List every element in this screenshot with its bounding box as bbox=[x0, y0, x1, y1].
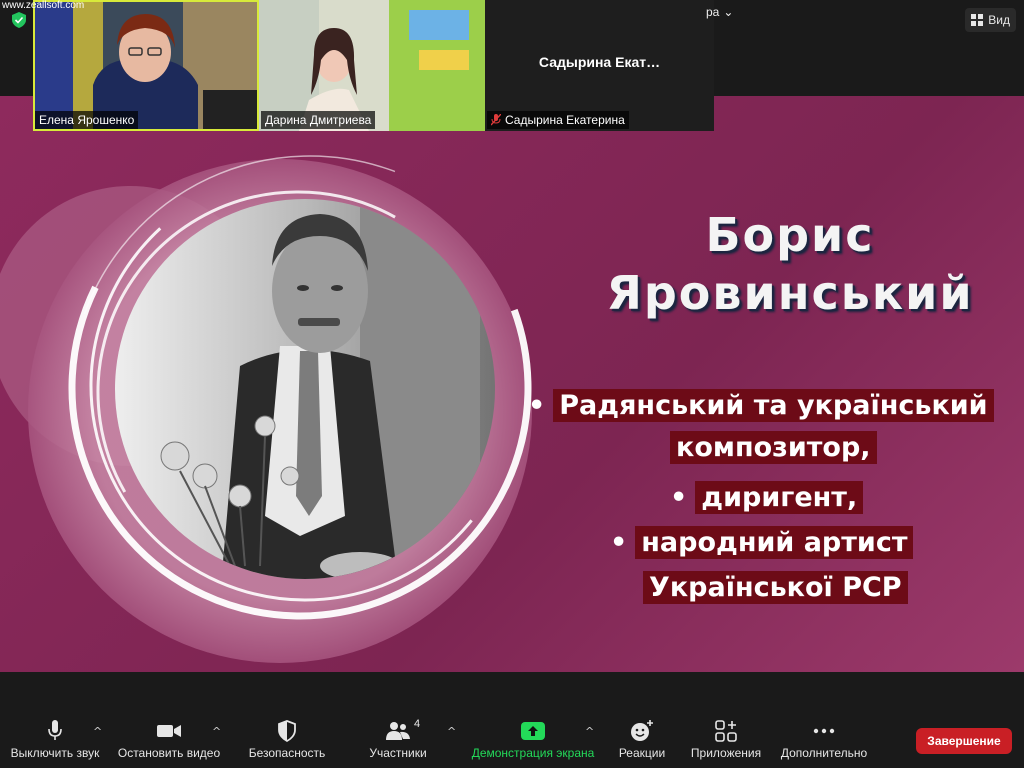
share-screen-button-label: Демонстрация экрана bbox=[471, 746, 595, 760]
portrait-circle-graphic bbox=[0, 155, 551, 663]
participant-name: Дарина Дмитриева bbox=[265, 113, 372, 127]
grid-view-icon bbox=[971, 14, 984, 26]
bullet-dot: • bbox=[528, 390, 546, 421]
audio-options-caret[interactable]: ^ bbox=[93, 725, 102, 738]
participant-strip: Елена Ярошенко Дарина Дмитриева Садырина… bbox=[33, 0, 714, 131]
security-button[interactable]: Безопасность bbox=[244, 720, 330, 760]
apps-button-label: Приложения bbox=[690, 746, 762, 760]
bullet-item-continuation: композитор, bbox=[670, 430, 877, 466]
participant-tile[interactable]: Елена Ярошенко bbox=[33, 0, 259, 131]
participant-tile[interactable]: Садырина Екат… Садырина Екатерина bbox=[485, 0, 714, 131]
view-button[interactable]: Вид bbox=[965, 8, 1016, 32]
mute-button-label: Выключить звук bbox=[10, 746, 100, 760]
camera-dropdown[interactable]: ра ⌄ bbox=[706, 4, 733, 20]
encryption-shield-icon[interactable] bbox=[12, 12, 26, 28]
video-options-caret[interactable]: ^ bbox=[212, 725, 221, 738]
slide-title: Борис Яровинський bbox=[560, 206, 1020, 322]
share-options-caret[interactable]: ^ bbox=[585, 725, 594, 738]
bullet-text: народний артист bbox=[635, 526, 914, 559]
participant-name-label: Елена Ярошенко bbox=[35, 111, 139, 129]
share-screen-icon bbox=[521, 722, 545, 740]
participant-name: Садырина Екатерина bbox=[505, 113, 625, 127]
bullet-text: Радянський та український bbox=[553, 389, 994, 422]
slide-title-first-name: Борис bbox=[705, 208, 875, 262]
apps-icon bbox=[715, 720, 737, 742]
shield-icon bbox=[278, 720, 296, 742]
reactions-button-label: Реакции bbox=[618, 746, 666, 760]
bullet-item: • диригент, bbox=[670, 480, 864, 516]
participant-name-label: Дарина Дмитриева bbox=[261, 111, 376, 129]
camera-dropdown-label: ра bbox=[706, 5, 720, 19]
video-camera-icon bbox=[157, 725, 181, 737]
meeting-toolbar: Выключить звук ^ Остановить видео ^ Безо… bbox=[0, 672, 1024, 768]
chevron-down-icon: ⌄ bbox=[723, 5, 734, 19]
bullet-text: диригент, bbox=[695, 481, 864, 514]
security-button-label: Безопасность bbox=[248, 746, 326, 760]
watermark: www.zeallsoft.com bbox=[2, 0, 85, 11]
stop-video-button[interactable]: Остановить видео bbox=[116, 720, 222, 760]
people-icon bbox=[386, 722, 410, 740]
slide-title-last-name: Яровинський bbox=[606, 266, 974, 320]
smiley-plus-icon bbox=[631, 720, 653, 741]
bullet-item-continuation: Української РСР bbox=[643, 570, 908, 606]
participants-button[interactable]: 4 Участники bbox=[360, 718, 436, 760]
bullet-item: • народний артист bbox=[610, 525, 914, 561]
participants-count: 4 bbox=[414, 718, 421, 730]
microphone-icon bbox=[48, 720, 62, 740]
more-button-label: Дополнительно bbox=[780, 746, 868, 760]
end-meeting-button[interactable]: Завершение bbox=[916, 728, 1012, 754]
bullet-text: композитор, bbox=[670, 431, 877, 464]
shared-screen-slide: Борис Яровинський • Радянський та українс… bbox=[0, 96, 1024, 672]
view-button-label: Вид bbox=[988, 13, 1010, 27]
participants-options-caret[interactable]: ^ bbox=[447, 725, 456, 738]
bullet-text: Української РСР bbox=[643, 571, 908, 604]
muted-mic-icon bbox=[491, 114, 501, 126]
more-dots-icon bbox=[813, 728, 835, 734]
participant-name-label: Садырина Екатерина bbox=[487, 111, 629, 129]
share-screen-button[interactable]: Демонстрация экрана bbox=[468, 720, 598, 760]
participant-display-name: Садырина Екат… bbox=[538, 54, 661, 70]
participant-name: Елена Ярошенко bbox=[39, 113, 135, 127]
reactions-button[interactable]: Реакции bbox=[612, 720, 672, 760]
more-button[interactable]: Дополнительно bbox=[776, 720, 872, 760]
stop-video-button-label: Остановить видео bbox=[117, 746, 221, 760]
participants-button-label: Участники bbox=[369, 746, 427, 760]
bullet-item: • Радянський та український bbox=[528, 388, 994, 424]
bullet-dot: • bbox=[610, 527, 628, 558]
mute-button[interactable]: Выключить звук bbox=[10, 720, 100, 760]
apps-button[interactable]: Приложения bbox=[686, 720, 766, 760]
participant-tile[interactable]: Дарина Дмитриева bbox=[259, 0, 485, 131]
bullet-dot: • bbox=[670, 482, 688, 513]
